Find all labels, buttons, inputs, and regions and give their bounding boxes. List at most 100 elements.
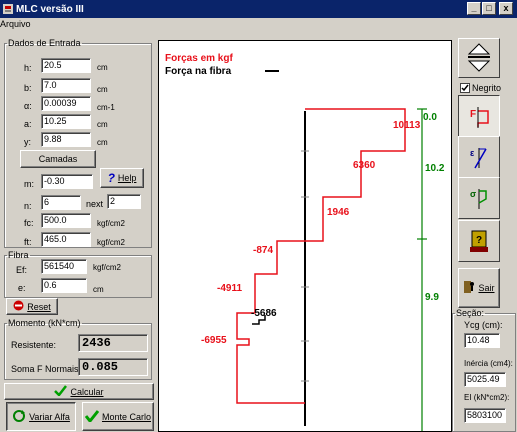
e-field[interactable]: 0.6 (41, 278, 87, 293)
h-label: h: (24, 63, 32, 73)
arrow-up-icon (467, 43, 491, 55)
ft-field[interactable]: 465.0 (41, 232, 91, 247)
force-label-1: 6360 (353, 160, 376, 171)
b-label: b: (24, 83, 32, 93)
dim-top-label: 0.0 (423, 112, 437, 123)
check-icon (54, 385, 68, 398)
b-unit: cm (97, 85, 108, 94)
a-unit: cm (97, 120, 108, 129)
diagram-canvas: Forças em kgf Força na fibra 10113 6360 … (158, 40, 452, 432)
n-label: n: (24, 201, 32, 211)
minimize-button[interactable]: _ (467, 2, 481, 15)
resistente-label: Resistente: (11, 340, 57, 350)
variar-alfa-button[interactable]: Variar Alfa (6, 402, 76, 431)
camadas-button[interactable]: Camadas (20, 150, 96, 168)
calcular-label: Calcular (70, 386, 104, 397)
ft-unit: kgf/cm2 (97, 238, 126, 247)
force-profile-tension (305, 108, 406, 242)
exit-door-icon (463, 280, 475, 296)
title-bar: MLC versão III _ □ x (0, 0, 517, 18)
help-button[interactable]: ? Help (100, 168, 144, 188)
close-button[interactable]: x (499, 2, 513, 15)
strain-view-button[interactable]: ε (458, 136, 500, 178)
check-icon (84, 409, 100, 424)
a-field[interactable]: 10.25 (41, 114, 91, 129)
arrow-down-icon (467, 60, 491, 72)
monte-carlo-button[interactable]: Monte Carlo (82, 402, 154, 431)
force-label-0: 10113 (393, 120, 421, 131)
ei-field[interactable]: 5803100 (464, 408, 506, 423)
force-profile-compression (236, 240, 305, 404)
soma-value: 0.085 (78, 358, 148, 376)
force-label-6: -6955 (201, 335, 227, 346)
svg-text:F: F (470, 109, 476, 120)
y-field[interactable]: 9.88 (41, 132, 91, 147)
ft-label: ft: (24, 237, 32, 247)
ef-unit: kgf/cm2 (93, 263, 122, 272)
dados-entrada-legend: Dados de Entrada (8, 38, 81, 48)
forces-icon: F (470, 107, 489, 128)
dimension-line (417, 108, 427, 432)
help-book-button[interactable]: ? (458, 220, 500, 262)
ycg-label: Ycg (cm): (464, 320, 503, 330)
alpha-unit: cm-1 (97, 103, 115, 112)
refresh-icon (12, 409, 26, 425)
a-label: a: (24, 119, 32, 129)
n-field[interactable]: 6 (41, 195, 81, 210)
maximize-button[interactable]: □ (482, 2, 496, 15)
sair-button[interactable]: Sair (458, 268, 500, 308)
forcas-title: Forças em kgf (165, 53, 233, 64)
inercia-label: Inércia (cm4): (464, 359, 513, 368)
fc-field[interactable]: 500.0 (41, 213, 91, 228)
calcular-button[interactable]: Calcular (4, 383, 154, 400)
force-label-5: -5686 (251, 308, 277, 319)
reset-button[interactable]: Reset (6, 298, 58, 315)
alpha-field[interactable]: 0.00039 (41, 96, 91, 111)
y-unit: cm (97, 138, 108, 147)
ycg-field[interactable]: 10.48 (464, 333, 500, 348)
strain-icon: ε (470, 148, 487, 169)
e-unit: cm (93, 285, 104, 294)
stress-icon: σ (470, 189, 487, 209)
m-field[interactable]: -0.30 (41, 174, 93, 189)
help-book-icon: ? (470, 230, 488, 252)
y-label: y: (24, 137, 32, 147)
dim-bot-label: 9.9 (425, 292, 439, 303)
h-unit: cm (97, 63, 108, 72)
menu-arquivo[interactable]: Arquivo (0, 19, 31, 29)
scroll-updown-button[interactable] (458, 38, 500, 78)
next-field[interactable]: 2 (107, 194, 141, 209)
negrito-label: Negrito (472, 83, 502, 93)
svg-text:ε: ε (470, 148, 475, 158)
no-entry-icon (13, 300, 24, 313)
help-icon: ? (107, 171, 115, 185)
fc-label: fc: (24, 218, 34, 228)
help-label: Help (117, 173, 137, 183)
b-field[interactable]: 7.0 (41, 78, 91, 93)
negrito-checkbox[interactable]: Negrito (460, 83, 501, 93)
resistente-value: 2436 (78, 334, 148, 352)
checkbox-checked-icon[interactable] (460, 83, 470, 93)
reset-label: Reset (27, 301, 51, 312)
menu-bar: Arquivo (0, 18, 517, 32)
forces-view-button[interactable]: F (458, 95, 500, 137)
app-icon (2, 3, 14, 15)
momento-legend: Momento (kN*cm) (8, 318, 81, 328)
ef-field[interactable]: 561540 (41, 259, 87, 274)
variar-alfa-label: Variar Alfa (29, 411, 70, 422)
e-label: e: (18, 283, 26, 293)
sair-label: Sair (478, 283, 495, 293)
fibra-title: Força na fibra (165, 66, 232, 77)
window-title: MLC versão III (16, 3, 84, 15)
stress-view-button[interactable]: σ (458, 177, 500, 219)
fc-unit: kgf/cm2 (97, 219, 126, 228)
inercia-field[interactable]: 5025.49 (464, 372, 506, 387)
svg-text:?: ? (476, 235, 482, 246)
force-label-3: -874 (253, 245, 273, 256)
fibra-legend: Fibra (8, 250, 29, 260)
h-field[interactable]: 20.5 (41, 58, 91, 73)
force-label-4: -4911 (217, 283, 242, 294)
dim-mid-label: 10.2 (425, 163, 445, 174)
m-label: m: (24, 179, 34, 189)
next-label: next (86, 199, 104, 209)
